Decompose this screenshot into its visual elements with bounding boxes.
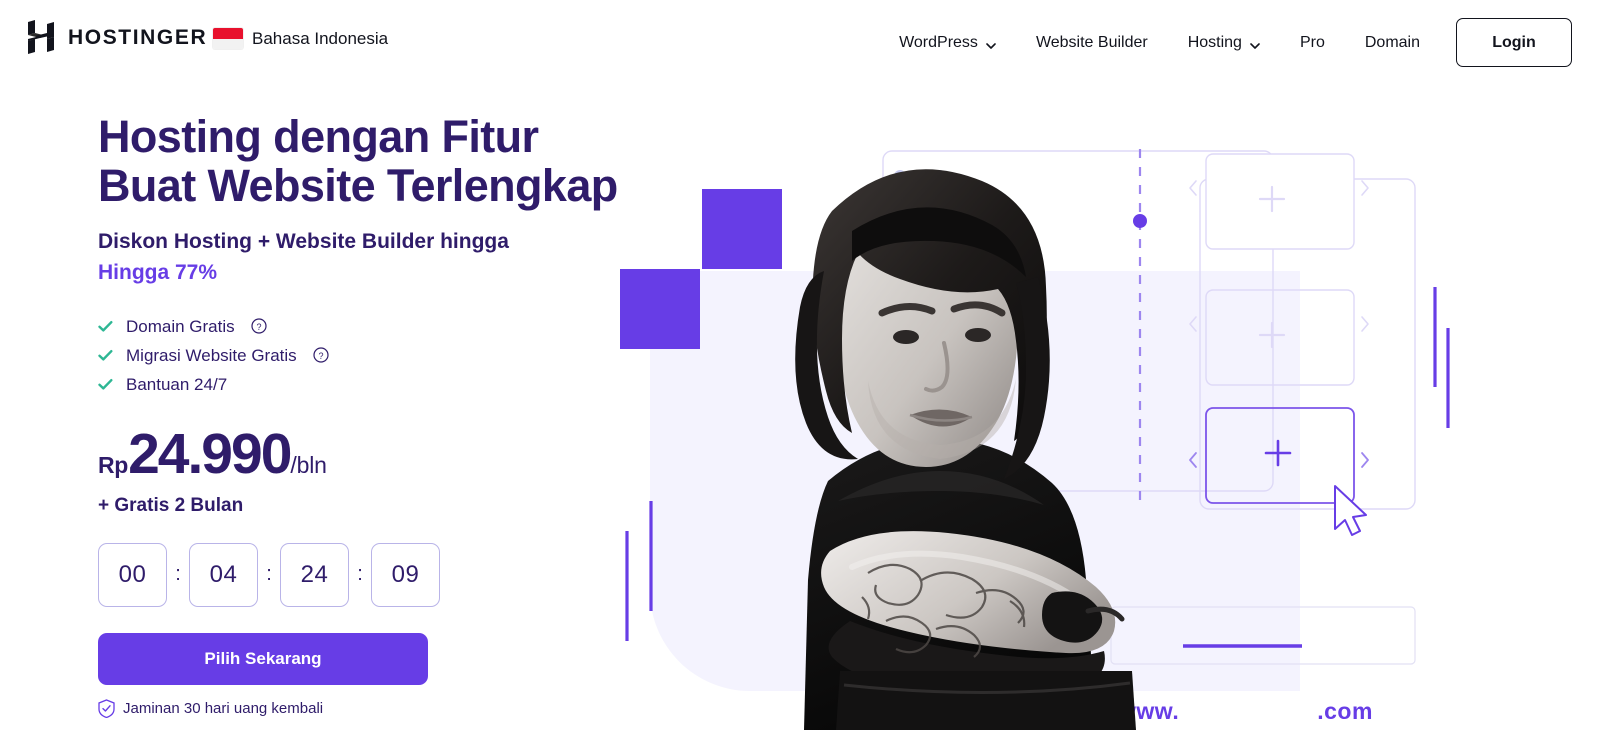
chevron-down-icon: [986, 38, 996, 49]
nav-label: Pro: [1299, 33, 1325, 51]
svg-text:?: ?: [256, 322, 261, 332]
shield-check-icon: [98, 699, 115, 718]
feature-item-migrasi-website-gratis: Migrasi Website Gratis ?: [98, 342, 718, 369]
hero-photo-woman: [795, 169, 1136, 730]
nav-label: Website Builder: [1035, 33, 1148, 51]
price-bonus: + Gratis 2 Bulan: [98, 494, 244, 516]
countdown-hours: 04: [189, 542, 258, 607]
feature-item-bantuan-24-7: Bantuan 24/7: [98, 371, 718, 398]
indonesia-flag-icon: [213, 28, 243, 49]
hostinger-landing-page: HOSTINGER Bahasa Indonesia WordPress Web…: [0, 0, 1600, 730]
countdown-days: 00: [98, 542, 167, 607]
price-amount: 24.990: [128, 421, 292, 486]
countdown-seconds: 09: [371, 542, 440, 607]
nav-label: Hosting: [1187, 33, 1242, 51]
guarantee-label: Jaminan 30 hari uang kembali: [123, 699, 324, 717]
hero-subheadline: Diskon Hosting + Website Builder hingga: [98, 230, 509, 254]
brand-logo[interactable]: HOSTINGER: [28, 20, 207, 54]
check-icon: [98, 319, 113, 334]
hero-copy-column: Hosting dengan Fitur Buat Website Terlen…: [98, 111, 718, 718]
countdown-separator: :: [357, 563, 363, 586]
svg-text:?: ?: [318, 351, 323, 361]
price-period: /bln: [290, 451, 327, 478]
chevron-down-icon: [1250, 38, 1260, 49]
feature-label: Migrasi Website Gratis: [126, 345, 297, 365]
nav-item-pro[interactable]: Pro: [1280, 20, 1345, 66]
price-block: Rp 24.990 /bln: [98, 421, 718, 486]
countdown-minutes: 24: [280, 542, 349, 607]
nav-label: Domain: [1364, 33, 1420, 51]
money-back-guarantee: Jaminan 30 hari uang kembali: [98, 699, 718, 718]
hostinger-logo-icon: [28, 20, 54, 54]
info-icon[interactable]: ?: [313, 347, 329, 363]
nav-item-hosting[interactable]: Hosting: [1168, 20, 1280, 66]
feature-list: Domain Gratis ? Migrasi Website Gratis ?…: [98, 313, 718, 398]
main-navigation: WordPress Website Builder Hosting Pro Do…: [879, 18, 1572, 67]
language-selector[interactable]: Bahasa Indonesia: [213, 28, 388, 49]
login-button[interactable]: Login: [1456, 18, 1572, 67]
nav-label: WordPress: [899, 33, 978, 51]
language-label: Bahasa Indonesia: [252, 28, 389, 48]
page-title: Hosting dengan Fitur Buat Website Terlen…: [98, 111, 618, 211]
nav-item-website-builder[interactable]: Website Builder: [1016, 20, 1168, 66]
hero-discount-label: Hingga 77%: [98, 261, 218, 285]
countdown-separator: :: [266, 563, 272, 586]
info-icon[interactable]: ?: [251, 318, 267, 334]
site-header: HOSTINGER Bahasa Indonesia WordPress Web…: [0, 0, 1600, 81]
choose-now-button[interactable]: Pilih Sekarang: [98, 632, 428, 685]
hero-illustration: www. .com: [600, 81, 1600, 730]
feature-label: Domain Gratis: [126, 316, 235, 336]
feature-item-domain-gratis: Domain Gratis ?: [98, 313, 718, 340]
feature-label: Bantuan 24/7: [126, 374, 228, 394]
nav-item-domain[interactable]: Domain: [1345, 20, 1440, 66]
price-currency: Rp: [98, 451, 129, 478]
brand-name: HOSTINGER: [68, 25, 208, 49]
countdown-separator: :: [175, 563, 181, 586]
nav-item-wordpress[interactable]: WordPress: [879, 20, 1016, 66]
countdown-timer: 00 : 04 : 24 : 09: [98, 542, 718, 607]
check-icon: [98, 348, 113, 363]
check-icon: [98, 377, 113, 392]
